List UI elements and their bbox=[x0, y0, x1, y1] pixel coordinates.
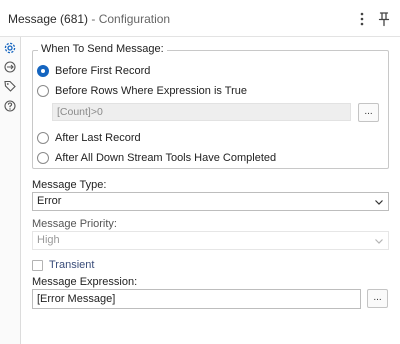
chevron-down-icon bbox=[374, 197, 384, 207]
message-expression-edit-button[interactable]: ... bbox=[367, 289, 388, 308]
radio-before-first-record[interactable]: Before First Record bbox=[37, 64, 150, 78]
message-type-select[interactable]: Error bbox=[32, 192, 389, 211]
radio-before-rows-expression[interactable]: Before Rows Where Expression is True bbox=[37, 84, 247, 98]
pin-icon[interactable] bbox=[376, 9, 392, 29]
tool-name: Message (681) bbox=[8, 12, 89, 26]
message-expression-input[interactable]: [Error Message] bbox=[32, 289, 361, 309]
transient-checkbox[interactable] bbox=[32, 259, 43, 271]
condition-expression-field: [Count]>0 bbox=[52, 103, 351, 121]
radio-label: Before First Record bbox=[55, 65, 151, 77]
message-priority-select: High bbox=[32, 231, 389, 250]
radio-after-downstream-tools[interactable]: After All Down Stream Tools Have Complet… bbox=[37, 151, 276, 165]
connection-icon[interactable] bbox=[3, 60, 17, 74]
chevron-down-icon bbox=[374, 236, 384, 246]
panel-header: Message (681) - Configuration bbox=[0, 0, 400, 37]
when-to-send-legend: When To Send Message: bbox=[38, 43, 167, 55]
radio-after-last-record[interactable]: After Last Record bbox=[37, 131, 141, 145]
transient-checkbox-row[interactable]: Transient bbox=[32, 258, 94, 272]
gear-icon[interactable] bbox=[3, 41, 17, 55]
help-icon[interactable] bbox=[3, 99, 17, 113]
radio-label: Before Rows Where Expression is True bbox=[55, 85, 247, 97]
radio-button[interactable] bbox=[37, 85, 49, 97]
radio-label: After Last Record bbox=[55, 132, 141, 144]
message-priority-label: Message Priority: bbox=[32, 218, 117, 230]
radio-button[interactable] bbox=[37, 152, 49, 164]
panel-title: Message (681) - Configuration bbox=[8, 12, 170, 26]
tag-icon[interactable] bbox=[3, 79, 17, 93]
message-type-label: Message Type: bbox=[32, 179, 107, 191]
radio-label: After All Down Stream Tools Have Complet… bbox=[55, 152, 277, 164]
kebab-menu-icon[interactable] bbox=[355, 9, 369, 29]
condition-expression-edit-button[interactable]: ... bbox=[358, 103, 379, 122]
radio-button[interactable] bbox=[37, 65, 49, 77]
message-priority-value: High bbox=[37, 234, 60, 246]
message-expression-label: Message Expression: bbox=[32, 276, 138, 288]
message-type-value: Error bbox=[37, 195, 62, 207]
radio-button[interactable] bbox=[37, 132, 49, 144]
panel-subtitle: - Configuration bbox=[91, 12, 171, 26]
transient-label: Transient bbox=[49, 259, 95, 271]
tool-icon-rail bbox=[0, 37, 21, 344]
